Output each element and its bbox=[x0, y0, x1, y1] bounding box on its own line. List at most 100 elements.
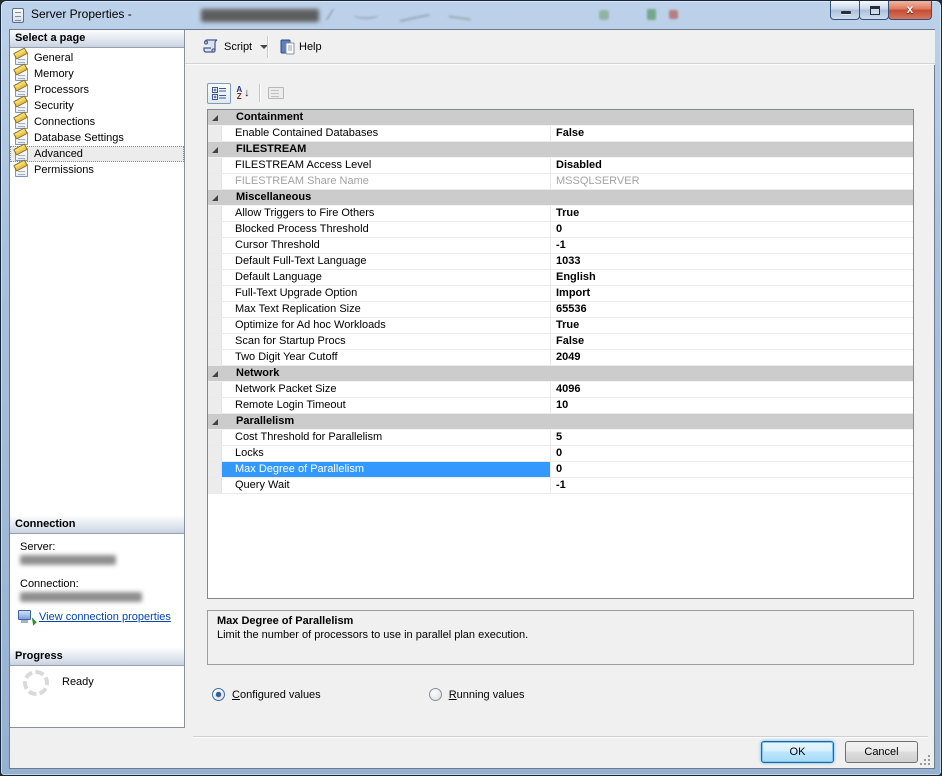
sidebar-item-connections[interactable]: Connections bbox=[10, 114, 184, 130]
property-row-filestream-share-name[interactable]: FILESTREAM Share NameMSSQLSERVER bbox=[208, 174, 913, 190]
alphabetical-sort-button[interactable]: AZ ↓ bbox=[231, 83, 255, 104]
redacted-server-name-title bbox=[201, 9, 319, 22]
property-value[interactable]: 2049 bbox=[550, 350, 913, 365]
configured-values-radio[interactable]: Configured values bbox=[212, 688, 321, 701]
property-label[interactable]: FILESTREAM Access Level bbox=[222, 158, 550, 173]
grid-category-miscellaneous[interactable]: Miscellaneous bbox=[208, 190, 913, 206]
property-value[interactable]: 0 bbox=[550, 446, 913, 461]
category-label: Containment bbox=[222, 110, 913, 125]
maximize-button[interactable] bbox=[859, 1, 889, 20]
sidebar-item-memory[interactable]: Memory bbox=[10, 66, 184, 82]
running-values-radio[interactable]: Running values bbox=[429, 688, 525, 701]
grid-category-filestream[interactable]: FILESTREAM bbox=[208, 142, 913, 158]
property-label[interactable]: Max Text Replication Size bbox=[222, 302, 550, 317]
sidebar-item-processors[interactable]: Processors bbox=[10, 82, 184, 98]
property-label[interactable]: Full-Text Upgrade Option bbox=[222, 286, 550, 301]
property-value[interactable]: False bbox=[550, 126, 913, 141]
property-value[interactable]: True bbox=[550, 206, 913, 221]
property-label[interactable]: Two Digit Year Cutoff bbox=[222, 350, 550, 365]
resize-grip[interactable] bbox=[920, 755, 930, 765]
property-row-allow-triggers-to-fire-others[interactable]: Allow Triggers to Fire OthersTrue bbox=[208, 206, 913, 222]
property-value[interactable]: -1 bbox=[550, 238, 913, 253]
view-connection-properties-link[interactable]: View connection properties bbox=[39, 611, 171, 623]
property-row-network-packet-size[interactable]: Network Packet Size4096 bbox=[208, 382, 913, 398]
property-label[interactable]: Allow Triggers to Fire Others bbox=[222, 206, 550, 221]
property-label[interactable]: Network Packet Size bbox=[222, 382, 550, 397]
property-label[interactable]: Blocked Process Threshold bbox=[222, 222, 550, 237]
property-label[interactable]: Max Degree of Parallelism bbox=[222, 462, 550, 477]
property-value[interactable]: 0 bbox=[550, 222, 913, 237]
property-row-blocked-process-threshold[interactable]: Blocked Process Threshold0 bbox=[208, 222, 913, 238]
running-values-radio-icon[interactable] bbox=[429, 688, 442, 701]
property-row-optimize-for-ad-hoc-workloads[interactable]: Optimize for Ad hoc WorkloadsTrue bbox=[208, 318, 913, 334]
property-value[interactable]: 65536 bbox=[550, 302, 913, 317]
collapse-triangle-icon[interactable] bbox=[212, 147, 218, 153]
property-label[interactable]: Query Wait bbox=[222, 478, 550, 493]
grid-category-parallelism[interactable]: Parallelism bbox=[208, 414, 913, 430]
minimize-button[interactable] bbox=[830, 1, 860, 20]
property-label[interactable]: Enable Contained Databases bbox=[222, 126, 550, 141]
property-row-max-text-replication-size[interactable]: Max Text Replication Size65536 bbox=[208, 302, 913, 318]
property-description-title: Max Degree of Parallelism bbox=[217, 615, 904, 627]
property-label[interactable]: Locks bbox=[222, 446, 550, 461]
title-bar[interactable]: Server Properties - x bbox=[1, 1, 941, 29]
property-row-default-language[interactable]: Default LanguageEnglish bbox=[208, 270, 913, 286]
property-value[interactable]: True bbox=[550, 318, 913, 333]
dialog-content: Select a page GeneralMemoryProcessorsSec… bbox=[9, 29, 935, 769]
ok-button[interactable]: OK bbox=[761, 741, 834, 763]
sidebar: Select a page GeneralMemoryProcessorsSec… bbox=[10, 30, 185, 728]
cancel-button[interactable]: Cancel bbox=[845, 741, 918, 763]
sidebar-item-advanced[interactable]: Advanced bbox=[10, 146, 184, 162]
property-row-query-wait[interactable]: Query Wait-1 bbox=[208, 478, 913, 494]
property-value[interactable]: Import bbox=[550, 286, 913, 301]
property-row-default-full-text-language[interactable]: Default Full-Text Language1033 bbox=[208, 254, 913, 270]
property-row-scan-for-startup-procs[interactable]: Scan for Startup ProcsFalse bbox=[208, 334, 913, 350]
property-row-two-digit-year-cutoff[interactable]: Two Digit Year Cutoff2049 bbox=[208, 350, 913, 366]
property-value[interactable]: 4096 bbox=[550, 382, 913, 397]
configured-values-radio-icon[interactable] bbox=[212, 688, 225, 701]
script-button[interactable]: Script bbox=[197, 35, 273, 59]
property-row-full-text-upgrade-option[interactable]: Full-Text Upgrade OptionImport bbox=[208, 286, 913, 302]
grid-category-network[interactable]: Network bbox=[208, 366, 913, 382]
collapse-triangle-icon[interactable] bbox=[212, 115, 218, 121]
collapse-triangle-icon[interactable] bbox=[212, 419, 218, 425]
collapse-triangle-icon[interactable] bbox=[212, 195, 218, 201]
property-label[interactable]: Optimize for Ad hoc Workloads bbox=[222, 318, 550, 333]
property-row-max-degree-of-parallelism[interactable]: Max Degree of Parallelism0 bbox=[208, 462, 913, 478]
property-value[interactable]: False bbox=[550, 334, 913, 349]
property-value[interactable]: 5 bbox=[550, 430, 913, 445]
property-label[interactable]: FILESTREAM Share Name bbox=[222, 174, 550, 189]
property-value[interactable]: 10 bbox=[550, 398, 913, 413]
property-row-remote-login-timeout[interactable]: Remote Login Timeout10 bbox=[208, 398, 913, 414]
sidebar-item-general[interactable]: General bbox=[10, 50, 184, 66]
property-grid[interactable]: ContainmentEnable Contained DatabasesFal… bbox=[207, 109, 914, 599]
sidebar-item-database-settings[interactable]: Database Settings bbox=[10, 130, 184, 146]
property-value[interactable]: -1 bbox=[550, 478, 913, 493]
property-label[interactable]: Remote Login Timeout bbox=[222, 398, 550, 413]
property-label[interactable]: Default Language bbox=[222, 270, 550, 285]
property-row-cursor-threshold[interactable]: Cursor Threshold-1 bbox=[208, 238, 913, 254]
property-label[interactable]: Cost Threshold for Parallelism bbox=[222, 430, 550, 445]
property-row-cost-threshold-for-parallelism[interactable]: Cost Threshold for Parallelism5 bbox=[208, 430, 913, 446]
category-gutter bbox=[208, 190, 222, 205]
row-gutter bbox=[208, 254, 222, 269]
main-panel: Script Help bbox=[185, 30, 935, 769]
property-value[interactable]: 0 bbox=[550, 462, 913, 477]
sidebar-item-permissions[interactable]: Permissions bbox=[10, 162, 184, 178]
property-row-filestream-access-level[interactable]: FILESTREAM Access LevelDisabled bbox=[208, 158, 913, 174]
close-button[interactable]: x bbox=[888, 1, 932, 20]
property-value[interactable]: Disabled bbox=[550, 158, 913, 173]
property-value[interactable]: 1033 bbox=[550, 254, 913, 269]
property-pages-button[interactable] bbox=[264, 83, 288, 104]
property-row-locks[interactable]: Locks0 bbox=[208, 446, 913, 462]
collapse-triangle-icon[interactable] bbox=[212, 371, 218, 377]
property-label[interactable]: Scan for Startup Procs bbox=[222, 334, 550, 349]
help-button[interactable]: Help bbox=[275, 35, 327, 59]
sidebar-item-security[interactable]: Security bbox=[10, 98, 184, 114]
categorized-view-button[interactable] bbox=[207, 83, 231, 104]
grid-category-containment[interactable]: Containment bbox=[208, 110, 913, 126]
property-value[interactable]: English bbox=[550, 270, 913, 285]
property-row-enable-contained-databases[interactable]: Enable Contained DatabasesFalse bbox=[208, 126, 913, 142]
property-label[interactable]: Default Full-Text Language bbox=[222, 254, 550, 269]
property-label[interactable]: Cursor Threshold bbox=[222, 238, 550, 253]
